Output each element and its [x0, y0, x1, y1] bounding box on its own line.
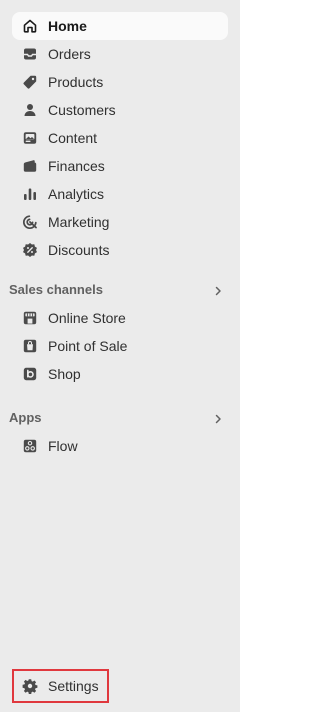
section-title: Apps [9, 410, 42, 425]
nav-item-label: Orders [48, 46, 91, 62]
target-icon [22, 214, 38, 230]
inbox-icon [22, 46, 38, 62]
nav-item-label: Flow [48, 438, 78, 454]
nav-item-point-of-sale[interactable]: Point of Sale [12, 332, 228, 360]
nav-item-label: Online Store [48, 310, 126, 326]
bar-chart-icon [22, 186, 38, 202]
nav-item-label: Discounts [48, 242, 110, 258]
nav-item-label: Settings [48, 678, 99, 694]
sidebar-nav: Home Orders Products Customers Content F… [0, 0, 240, 712]
nav-item-shop[interactable]: Shop [12, 360, 228, 388]
nav-item-products[interactable]: Products [12, 68, 228, 96]
nav-item-finances[interactable]: Finances [12, 152, 228, 180]
nav-item-label: Content [48, 130, 98, 146]
nav-item-online-store[interactable]: Online Store [12, 304, 228, 332]
nav-item-label: Point of Sale [48, 338, 128, 354]
nav-item-flow[interactable]: Flow [12, 432, 228, 460]
nav-item-settings[interactable]: Settings [12, 669, 109, 703]
pos-bag-icon [22, 338, 38, 354]
wallet-icon [22, 158, 38, 174]
nav-item-marketing[interactable]: Marketing [12, 208, 228, 236]
nav-item-label: Shop [48, 366, 81, 382]
nav-item-customers[interactable]: Customers [12, 96, 228, 124]
shop-logo-icon [22, 366, 38, 382]
chevron-right-icon [212, 284, 224, 296]
home-icon [22, 18, 38, 34]
discount-badge-icon [22, 242, 38, 258]
nav-item-home[interactable]: Home [12, 12, 228, 40]
nav-item-label: Customers [48, 102, 116, 118]
nav-item-label: Products [48, 74, 104, 90]
nav-item-orders[interactable]: Orders [12, 40, 228, 68]
gear-icon [22, 678, 38, 694]
nav-item-label: Marketing [48, 214, 110, 230]
storefront-icon [22, 310, 38, 326]
section-header-apps[interactable]: Apps [8, 404, 232, 432]
tag-icon [22, 74, 38, 90]
person-icon [22, 102, 38, 118]
nav-item-discounts[interactable]: Discounts [12, 236, 228, 264]
flow-icon [22, 438, 38, 454]
nav-item-label: Analytics [48, 186, 105, 202]
section-header-sales-channels[interactable]: Sales channels [8, 276, 232, 304]
nav-item-label: Home [48, 18, 87, 34]
nav-item-label: Finances [48, 158, 105, 174]
nav-item-analytics[interactable]: Analytics [12, 180, 228, 208]
chevron-right-icon [212, 412, 224, 424]
nav-item-content[interactable]: Content [12, 124, 228, 152]
image-icon [22, 130, 38, 146]
section-title: Sales channels [9, 282, 103, 297]
